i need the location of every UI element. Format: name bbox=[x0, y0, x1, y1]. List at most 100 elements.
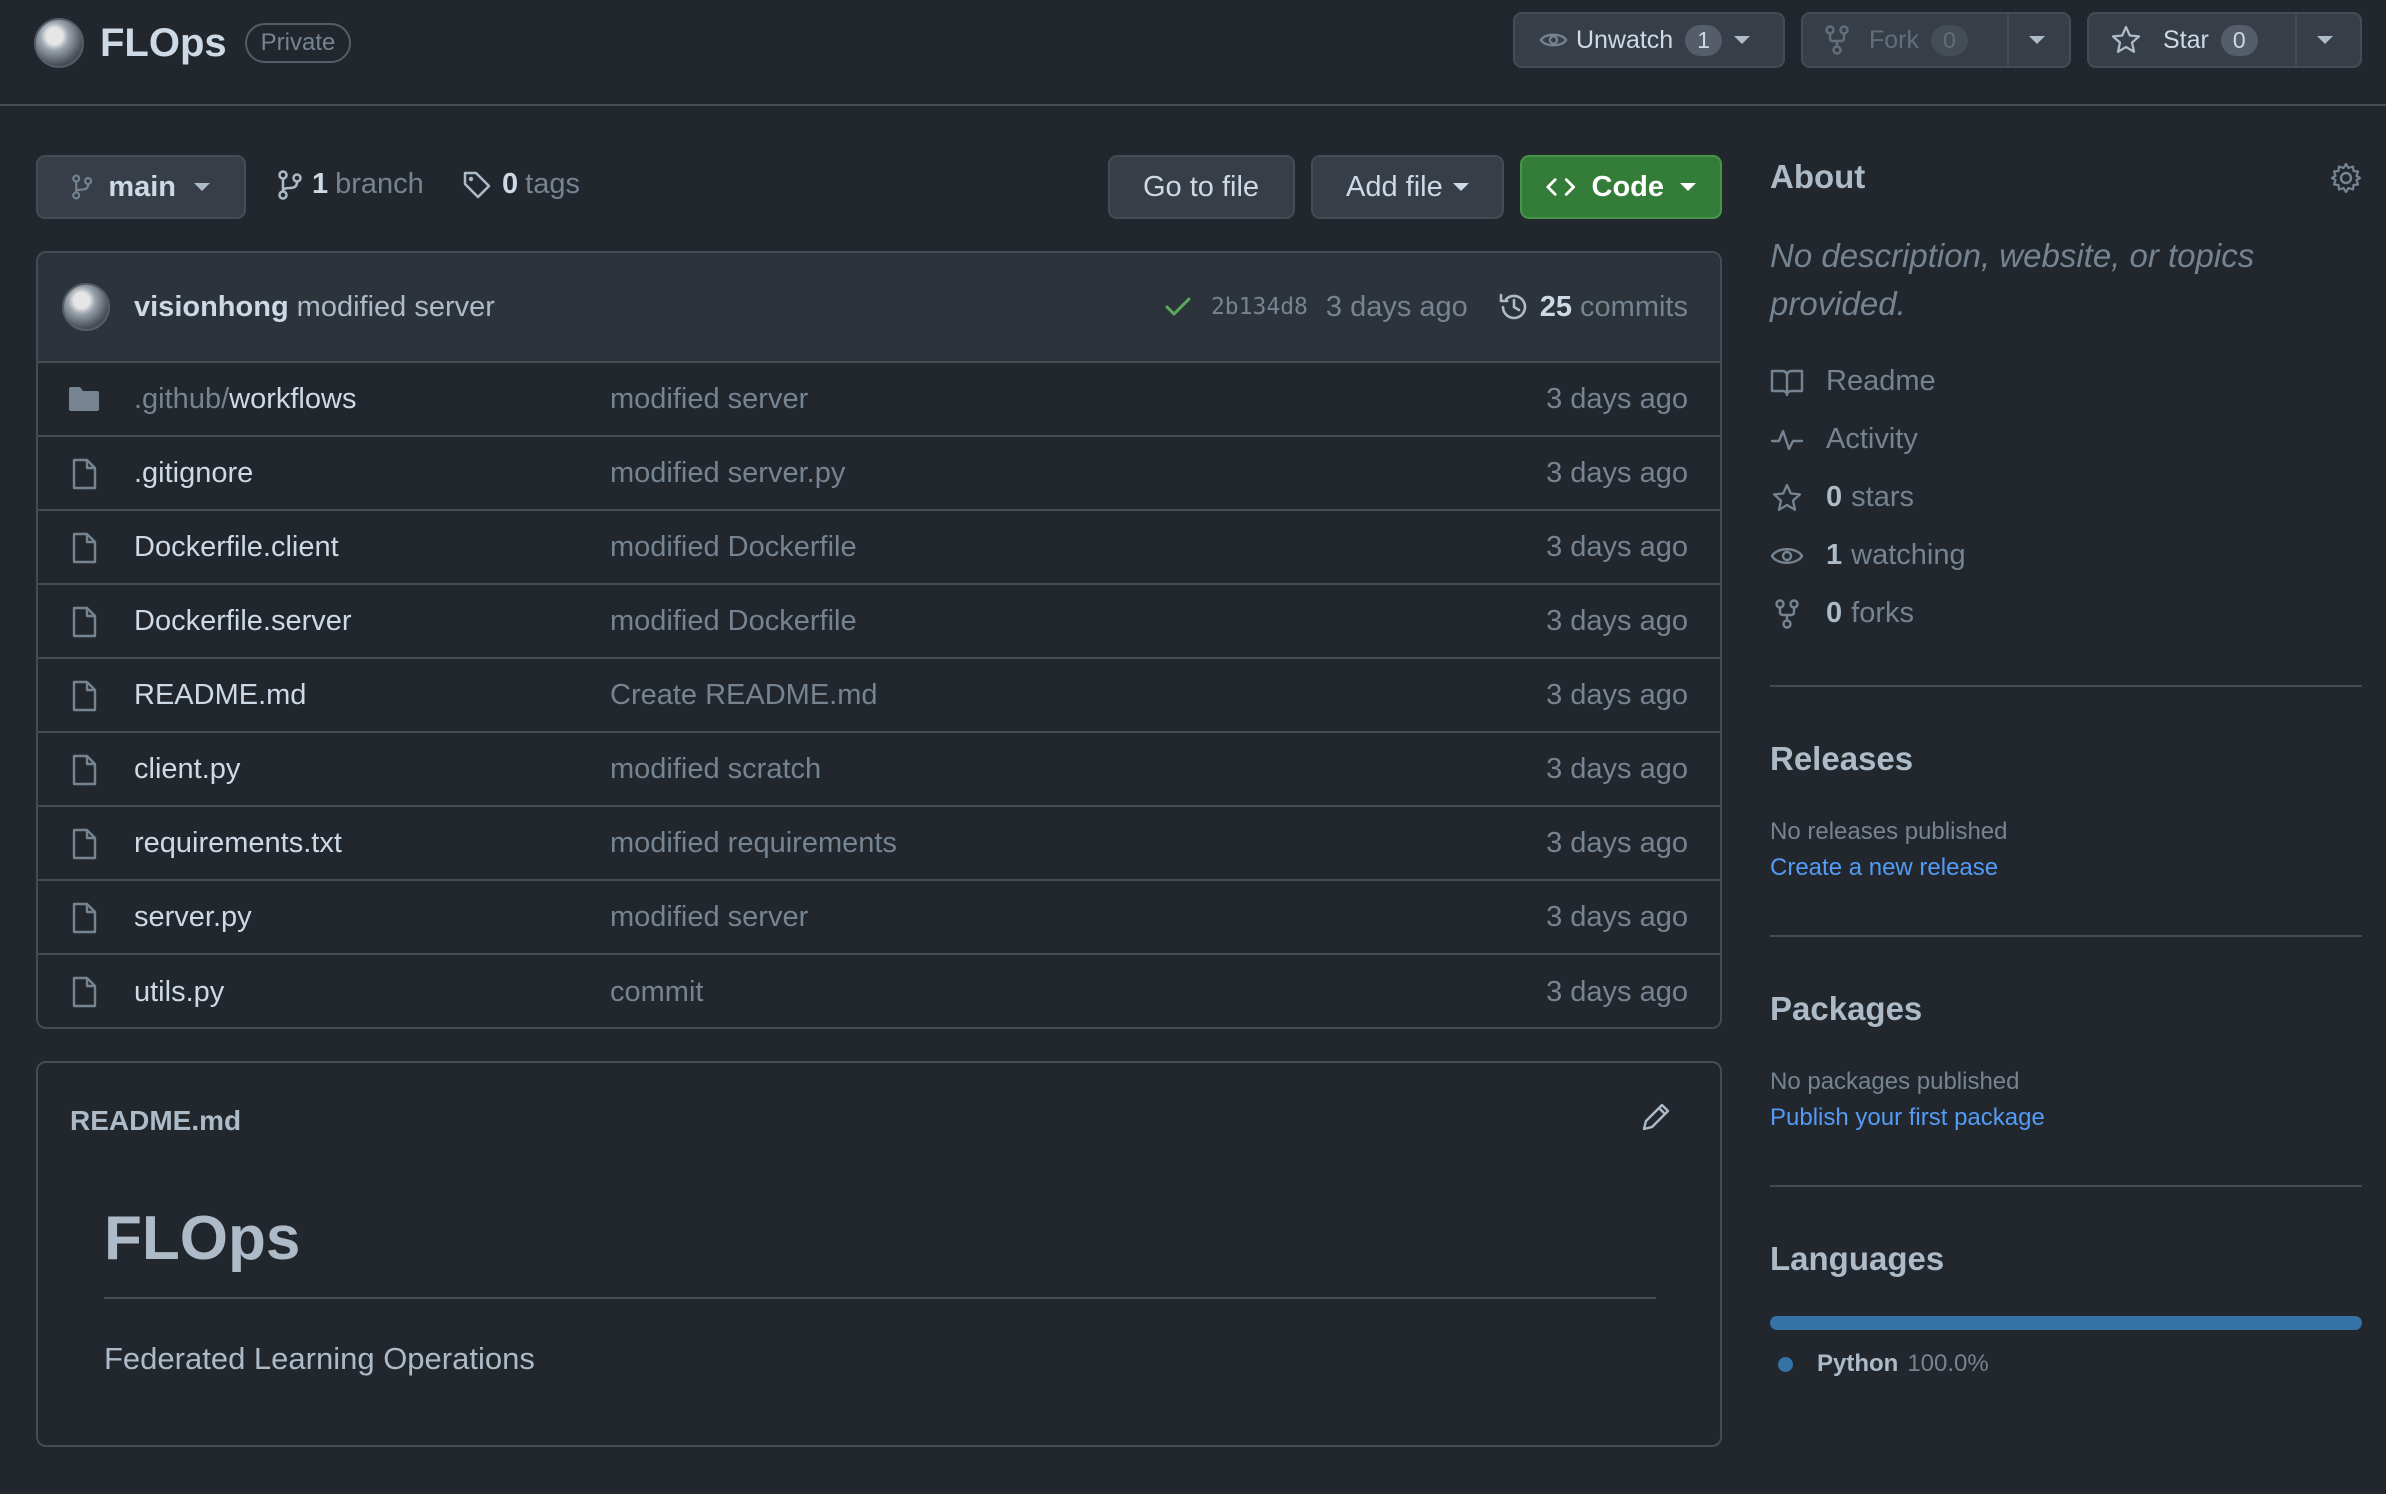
sidebar-divider bbox=[1770, 685, 2362, 687]
packages-title[interactable]: Packages bbox=[1770, 990, 1922, 1028]
file-row[interactable]: Dockerfile.server modified Dockerfile 3 … bbox=[38, 585, 1720, 659]
commit-sha[interactable]: 2b134d8 bbox=[1211, 294, 1308, 320]
create-release-link[interactable]: Create a new release bbox=[1770, 854, 1998, 882]
releases-title[interactable]: Releases bbox=[1770, 740, 1913, 778]
file-icon bbox=[72, 606, 97, 638]
language-name: Python bbox=[1817, 1350, 1899, 1377]
file-age: 3 days ago bbox=[1546, 752, 1688, 785]
star-icon bbox=[2111, 25, 2141, 53]
branch-count: 1 bbox=[312, 168, 329, 200]
star-button[interactable]: Star 0 bbox=[2089, 14, 2295, 66]
add-file-label: Add file bbox=[1346, 170, 1443, 203]
pencil-icon[interactable] bbox=[1640, 1101, 1672, 1133]
language-bar bbox=[1770, 1316, 2362, 1330]
file-name[interactable]: .github/workflows bbox=[134, 383, 356, 416]
publish-package-link[interactable]: Publish your first package bbox=[1770, 1104, 2045, 1132]
stars-link[interactable]: 0 stars bbox=[1770, 481, 1914, 514]
forks-link[interactable]: 0 forks bbox=[1770, 597, 1914, 630]
branch-select-button[interactable]: main bbox=[36, 155, 246, 219]
file-name[interactable]: Dockerfile.client bbox=[134, 531, 339, 564]
file-age: 3 days ago bbox=[1546, 604, 1688, 637]
file-row[interactable]: utils.py commit 3 days ago bbox=[38, 955, 1720, 1027]
language-item[interactable]: Python 100.0% bbox=[1778, 1350, 1989, 1378]
file-list: visionhong modified server 2b134d8 3 day… bbox=[36, 251, 1722, 1029]
activity-link[interactable]: Activity bbox=[1770, 423, 1918, 456]
file-commit-message[interactable]: modified scratch bbox=[610, 753, 821, 786]
fork-button[interactable]: Fork 0 bbox=[1803, 14, 2007, 66]
code-button[interactable]: Code bbox=[1520, 155, 1722, 219]
file-age: 3 days ago bbox=[1546, 826, 1688, 859]
repo-name[interactable]: FLOps bbox=[100, 21, 227, 66]
file-commit-message[interactable]: modified server bbox=[610, 383, 808, 416]
go-to-file-button[interactable]: Go to file bbox=[1108, 155, 1295, 219]
check-icon[interactable] bbox=[1165, 297, 1191, 317]
chevron-down-icon bbox=[194, 183, 210, 191]
chevron-down-icon bbox=[1680, 183, 1696, 191]
file-name[interactable]: Dockerfile.server bbox=[134, 605, 352, 638]
watch-dropdown[interactable] bbox=[1722, 14, 1750, 66]
watch-count: 1 bbox=[1685, 24, 1722, 56]
chevron-down-icon bbox=[1734, 36, 1750, 44]
eye-icon bbox=[1539, 33, 1568, 47]
readme-heading: FLOps bbox=[104, 1203, 1656, 1299]
file-commit-message[interactable]: modified Dockerfile bbox=[610, 605, 857, 638]
file-row[interactable]: Dockerfile.client modified Dockerfile 3 … bbox=[38, 511, 1720, 585]
readme-link[interactable]: Readme bbox=[1770, 365, 1936, 398]
visibility-badge: Private bbox=[244, 23, 352, 63]
file-commit-message[interactable]: modified Dockerfile bbox=[610, 531, 857, 564]
file-commit-message[interactable]: Create README.md bbox=[610, 679, 878, 712]
fork-icon bbox=[1825, 25, 1849, 55]
unwatch-button[interactable]: Unwatch 1 bbox=[1515, 14, 1722, 66]
language-color-dot bbox=[1778, 1356, 1793, 1372]
star-dropdown[interactable] bbox=[2295, 14, 2353, 66]
fork-dropdown[interactable] bbox=[2007, 14, 2065, 66]
fork-button-group: Fork 0 bbox=[1801, 12, 2071, 68]
file-name[interactable]: README.md bbox=[134, 679, 306, 712]
pulse-icon bbox=[1770, 429, 1804, 450]
branches-link[interactable]: 1 branch bbox=[278, 168, 424, 201]
chevron-down-icon bbox=[2029, 36, 2045, 44]
owner-avatar[interactable] bbox=[34, 18, 84, 68]
file-row[interactable]: client.py modified scratch 3 days ago bbox=[38, 733, 1720, 807]
file-name[interactable]: utils.py bbox=[134, 976, 224, 1009]
code-label: Code bbox=[1591, 170, 1665, 203]
file-name[interactable]: server.py bbox=[134, 901, 252, 934]
commits-link[interactable]: 25 commits bbox=[1498, 291, 1688, 324]
file-row[interactable]: server.py modified server 3 days ago bbox=[38, 881, 1720, 955]
language-percent: 100.0% bbox=[1907, 1350, 1989, 1377]
commit-author-avatar[interactable] bbox=[62, 283, 110, 331]
code-icon bbox=[1546, 178, 1576, 196]
tag-label: tags bbox=[525, 168, 580, 200]
file-name[interactable]: client.py bbox=[134, 753, 240, 786]
repo-title: FLOps Private bbox=[34, 18, 352, 68]
file-row[interactable]: .gitignore modified server.py 3 days ago bbox=[38, 437, 1720, 511]
gear-icon[interactable] bbox=[2330, 162, 2362, 194]
sidebar-divider bbox=[1770, 1185, 2362, 1187]
file-icon bbox=[72, 754, 97, 786]
file-name[interactable]: .gitignore bbox=[134, 457, 253, 490]
file-commit-message[interactable]: modified requirements bbox=[610, 827, 897, 860]
file-row[interactable]: .github/workflows modified server 3 days… bbox=[38, 363, 1720, 437]
readme-filename[interactable]: README.md bbox=[70, 1105, 241, 1137]
commit-count: 25 bbox=[1539, 290, 1573, 323]
chevron-down-icon bbox=[2317, 36, 2333, 44]
releases-status: No releases published bbox=[1770, 818, 2008, 845]
commit-author[interactable]: visionhong bbox=[134, 291, 289, 324]
tags-link[interactable]: 0 tags bbox=[462, 168, 580, 201]
file-commit-message[interactable]: commit bbox=[610, 976, 703, 1009]
commit-message[interactable]: modified server bbox=[297, 291, 495, 324]
file-commit-message[interactable]: modified server bbox=[610, 901, 808, 934]
file-row[interactable]: requirements.txt modified requirements 3… bbox=[38, 807, 1720, 881]
watching-link[interactable]: 1 watching bbox=[1770, 539, 1966, 572]
tag-icon bbox=[463, 171, 491, 198]
packages-status: No packages published bbox=[1770, 1068, 2020, 1095]
add-file-button[interactable]: Add file bbox=[1311, 155, 1504, 219]
unwatch-button-group: Unwatch 1 bbox=[1513, 12, 1785, 68]
file-name[interactable]: requirements.txt bbox=[134, 827, 342, 860]
latest-commit-bar: visionhong modified server 2b134d8 3 day… bbox=[38, 253, 1720, 363]
sidebar-divider bbox=[1770, 935, 2362, 937]
book-icon bbox=[1770, 369, 1804, 396]
file-commit-message[interactable]: modified server.py bbox=[610, 457, 845, 490]
fork-icon bbox=[1775, 598, 1799, 629]
file-row[interactable]: README.md Create README.md 3 days ago bbox=[38, 659, 1720, 733]
